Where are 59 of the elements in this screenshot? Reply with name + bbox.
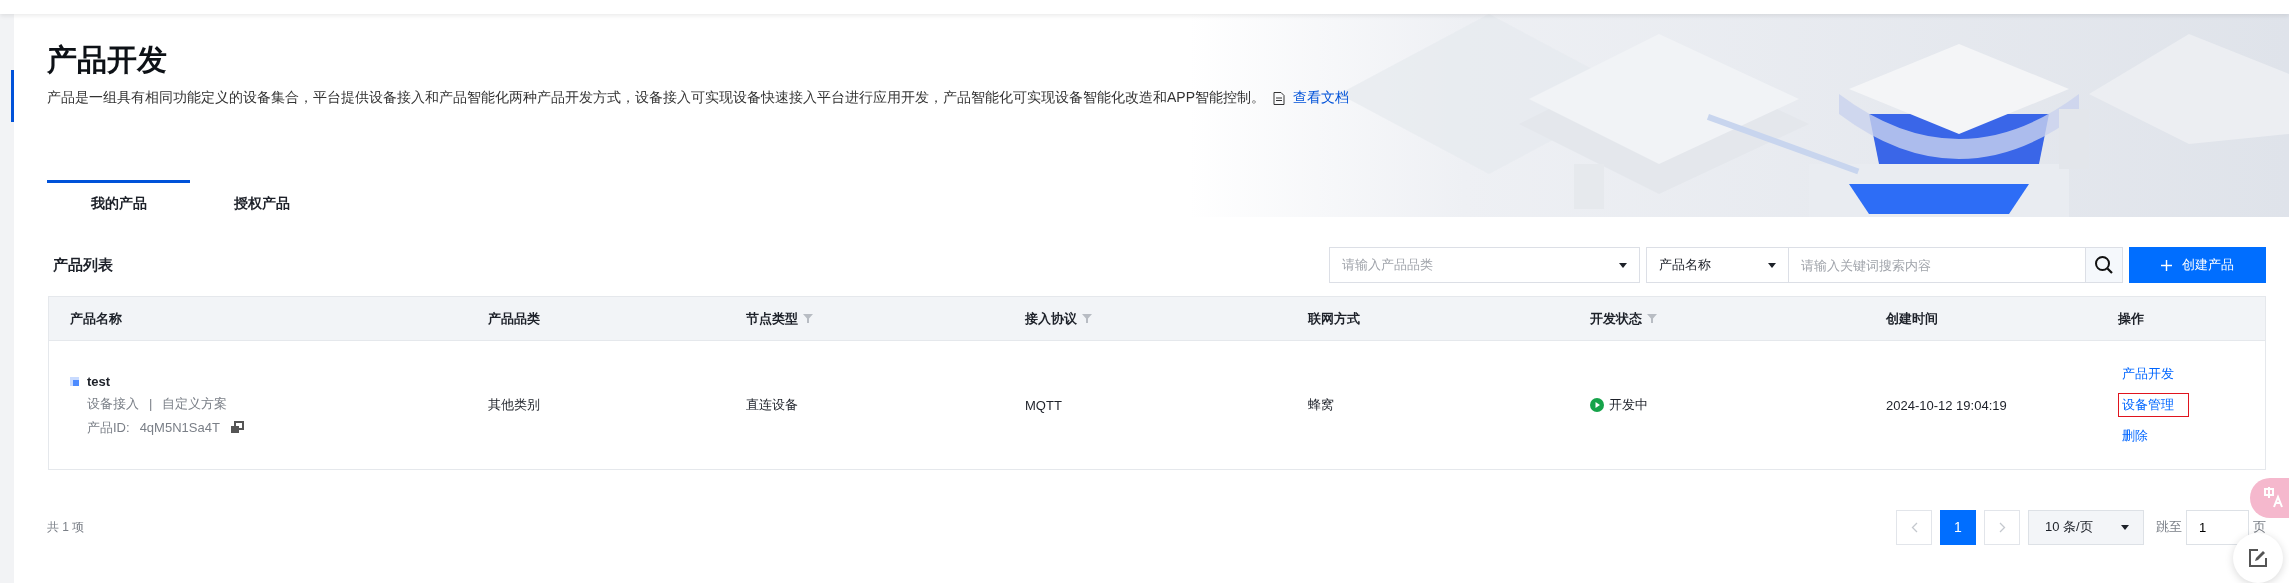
caret-icon (1768, 262, 1776, 268)
column-header: 产品品类 (488, 309, 540, 328)
total-count: 共 1 项 (47, 518, 86, 536)
plus-icon (2161, 259, 2172, 271)
document-icon (1273, 91, 1285, 105)
caret-icon (2121, 524, 2129, 530)
column-header: 创建时间 (1886, 309, 1938, 328)
scheme-type: 自定义方案 (162, 394, 228, 413)
translate-icon (2263, 487, 2285, 509)
search-field[interactable]: 请输入关键词搜索内容 (1788, 247, 2086, 283)
page-description: 产品是一组具有相同功能定义的设备集合，平台提供设备接入和产品智能化两种产品开发方式，设备接入可实现设备快速接入平台进行应用开发，产品智能化可实现设备智能化改造和APP智能控制。 (47, 89, 1265, 107)
page-button[interactable]: 1 (1940, 509, 1976, 545)
separator: | (149, 396, 153, 411)
column-header: 节点类型 (746, 309, 798, 328)
feedback-button[interactable] (2233, 533, 2283, 583)
page-size-select[interactable]: 10 条/页 (2028, 509, 2144, 545)
column-header: 开发状态 (1590, 309, 1642, 328)
next-page-button[interactable] (1984, 509, 2020, 545)
action-link[interactable]: 产品开发 (2118, 362, 2178, 386)
table-cell-text: MQTT (1024, 397, 1063, 413)
column-header: 接入协议 (1025, 309, 1077, 328)
section-title: 产品列表 (53, 255, 114, 275)
nav-indicator (11, 70, 14, 122)
status-text: 开发中 (1609, 396, 1648, 414)
prev-page-button[interactable] (1896, 509, 1932, 545)
caret-icon (1619, 262, 1627, 268)
tab[interactable]: 授权产品 (190, 180, 333, 224)
filter-icon[interactable] (803, 314, 813, 323)
id-label: 产品ID: (87, 418, 130, 437)
table-cell-text: 2024-10-12 19:04:19 (1885, 397, 2008, 413)
doc-link[interactable]: 查看文档 (1273, 89, 1349, 107)
search-button[interactable] (2086, 247, 2123, 283)
page-unit: 页 (2253, 518, 2266, 536)
jump-field[interactable]: 1 (2186, 509, 2249, 545)
field-select[interactable]: 产品名称 (1646, 247, 1788, 283)
running-status-icon (1590, 398, 1604, 412)
edit-icon (2249, 549, 2267, 567)
column-header: 联网方式 (1308, 309, 1360, 328)
access-type: 设备接入 (87, 394, 139, 413)
action-link[interactable]: 设备管理 (2118, 393, 2189, 417)
page-title: 产品开发 (47, 42, 168, 78)
product-icon (70, 376, 79, 386)
action-link[interactable]: 删除 (2118, 424, 2152, 448)
create-button[interactable]: 创建产品 (2129, 247, 2266, 283)
table-cell-text: 其他类别 (487, 396, 541, 414)
product-name: test (87, 373, 111, 389)
filter-icon[interactable] (1647, 314, 1657, 323)
filter-icon[interactable] (1082, 314, 1092, 323)
copy-icon[interactable] (229, 421, 244, 434)
column-header: 产品名称 (70, 309, 122, 328)
product-id: 4qM5N1Sa4T (139, 420, 220, 435)
table-cell-text: 直连设备 (745, 396, 799, 414)
column-header: 操作 (2118, 309, 2144, 328)
jump-label: 跳至 (2156, 518, 2182, 536)
translate-button[interactable] (2250, 478, 2289, 518)
search-icon (2094, 255, 2114, 275)
table-cell-text: 蜂窝 (1307, 396, 1335, 414)
chevron-right-icon (1998, 521, 2006, 533)
chevron-left-icon (1910, 521, 1918, 533)
